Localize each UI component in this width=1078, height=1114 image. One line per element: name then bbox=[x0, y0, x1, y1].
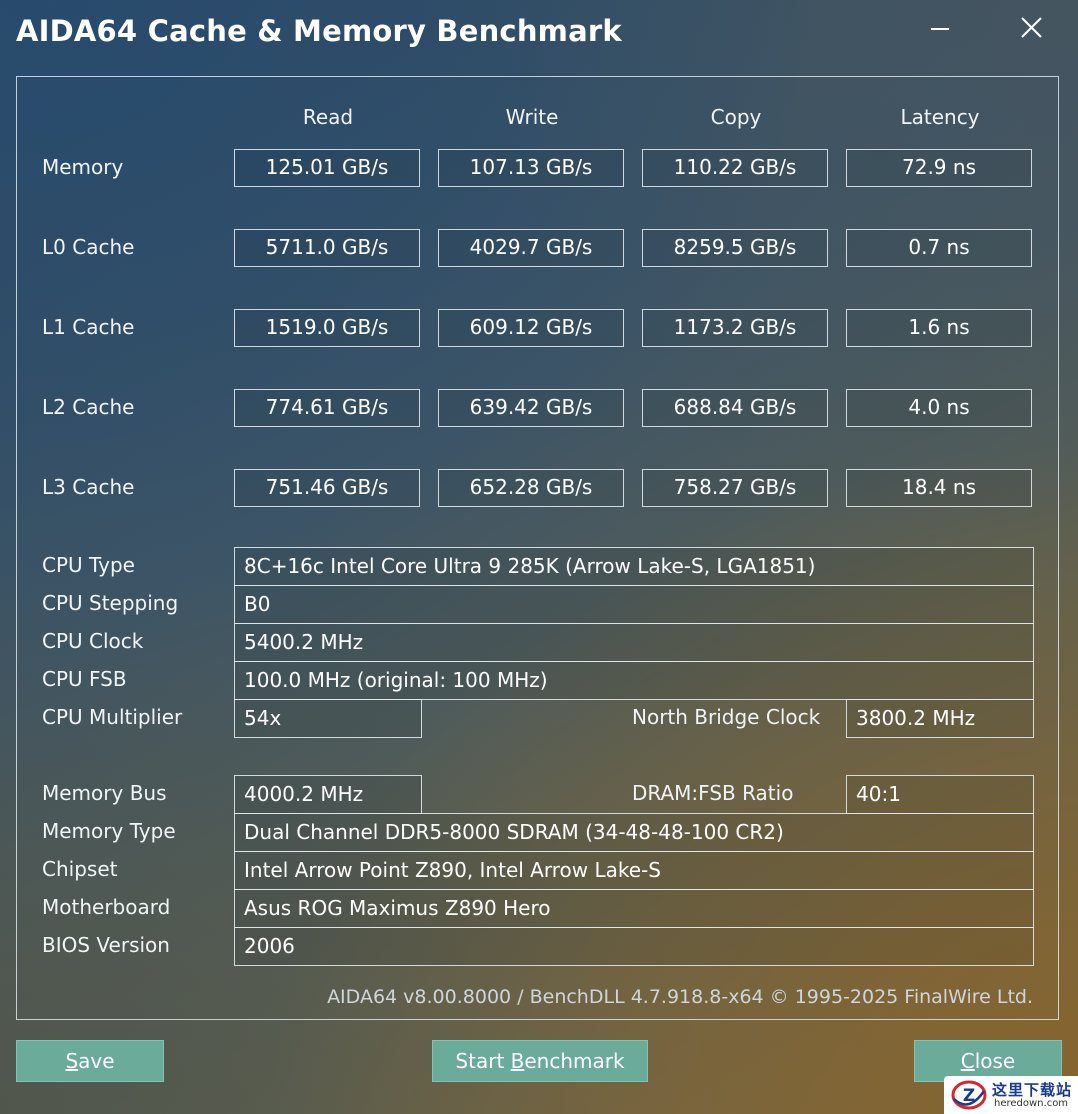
cpu-multiplier-label: CPU Multiplier bbox=[42, 705, 183, 729]
minimize-button[interactable] bbox=[918, 8, 962, 48]
cpu-type-value: 8C+16c Intel Core Ultra 9 285K (Arrow La… bbox=[234, 547, 1034, 586]
l3-copy-value: 758.27 GB/s bbox=[642, 469, 828, 507]
cpu-type-label: CPU Type bbox=[42, 553, 135, 577]
column-header-latency: Latency bbox=[900, 105, 980, 129]
l0-latency-value: 0.7 ns bbox=[846, 229, 1032, 267]
cpu-stepping-label: CPU Stepping bbox=[42, 591, 179, 615]
l2-write-value: 639.42 GB/s bbox=[438, 389, 624, 427]
row-label-l0-cache: L0 Cache bbox=[42, 235, 135, 259]
l0-copy-value: 8259.5 GB/s bbox=[642, 229, 828, 267]
window-title: AIDA64 Cache & Memory Benchmark bbox=[16, 14, 622, 48]
l3-write-value: 652.28 GB/s bbox=[438, 469, 624, 507]
chipset-value: Intel Arrow Point Z890, Intel Arrow Lake… bbox=[234, 851, 1034, 890]
memory-write-value: 107.13 GB/s bbox=[438, 149, 624, 187]
cpu-stepping-value: B0 bbox=[234, 585, 1034, 624]
motherboard-value: Asus ROG Maximus Z890 Hero bbox=[234, 889, 1034, 928]
start-benchmark-button-label: Start Benchmark bbox=[455, 1049, 625, 1073]
column-header-read: Read bbox=[302, 105, 354, 129]
title-bar: AIDA64 Cache & Memory Benchmark bbox=[0, 0, 1078, 70]
save-button[interactable]: Save bbox=[16, 1040, 164, 1082]
version-info: AIDA64 v8.00.8000 / BenchDLL 4.7.918.8-x… bbox=[327, 986, 1033, 1008]
l1-latency-value: 1.6 ns bbox=[846, 309, 1032, 347]
cpu-fsb-label: CPU FSB bbox=[42, 667, 127, 691]
column-header-write: Write bbox=[505, 105, 559, 129]
memory-read-value: 125.01 GB/s bbox=[234, 149, 420, 187]
bios-version-label: BIOS Version bbox=[42, 933, 170, 957]
cpu-clock-label: CPU Clock bbox=[42, 629, 144, 653]
dram-fsb-ratio-value: 40:1 bbox=[846, 775, 1034, 814]
save-button-label: Save bbox=[65, 1049, 115, 1073]
heredown-logo-icon: Z bbox=[951, 1080, 987, 1110]
l2-read-value: 774.61 GB/s bbox=[234, 389, 420, 427]
bios-version-value: 2006 bbox=[234, 927, 1034, 966]
column-header-copy: Copy bbox=[710, 105, 762, 129]
minimize-icon bbox=[931, 28, 949, 30]
memory-latency-value: 72.9 ns bbox=[846, 149, 1032, 187]
north-bridge-clock-value: 3800.2 MHz bbox=[846, 699, 1034, 738]
chipset-label: Chipset bbox=[42, 857, 118, 881]
row-label-l1-cache: L1 Cache bbox=[42, 315, 135, 339]
dram-fsb-ratio-label: DRAM:FSB Ratio bbox=[632, 781, 794, 805]
l0-write-value: 4029.7 GB/s bbox=[438, 229, 624, 267]
north-bridge-clock-label: North Bridge Clock bbox=[632, 705, 821, 729]
memory-bus-label: Memory Bus bbox=[42, 781, 167, 805]
memory-bus-value: 4000.2 MHz bbox=[234, 775, 422, 814]
l1-copy-value: 1173.2 GB/s bbox=[642, 309, 828, 347]
memory-type-value: Dual Channel DDR5-8000 SDRAM (34-48-48-1… bbox=[234, 813, 1034, 852]
close-icon bbox=[1021, 17, 1042, 38]
start-benchmark-button[interactable]: Start Benchmark bbox=[432, 1040, 648, 1082]
cpu-clock-value: 5400.2 MHz bbox=[234, 623, 1034, 662]
motherboard-label: Motherboard bbox=[42, 895, 171, 919]
l1-write-value: 609.12 GB/s bbox=[438, 309, 624, 347]
row-label-l2-cache: L2 Cache bbox=[42, 395, 135, 419]
watermark: Z 这里下载站 heredown.com bbox=[944, 1076, 1078, 1114]
l3-read-value: 751.46 GB/s bbox=[234, 469, 420, 507]
l3-latency-value: 18.4 ns bbox=[846, 469, 1032, 507]
row-label-l3-cache: L3 Cache bbox=[42, 475, 135, 499]
l0-read-value: 5711.0 GB/s bbox=[234, 229, 420, 267]
watermark-title: 这里下载站 bbox=[992, 1081, 1073, 1099]
memory-copy-value: 110.22 GB/s bbox=[642, 149, 828, 187]
watermark-url: heredown.com bbox=[994, 1098, 1069, 1109]
cpu-multiplier-value: 54x bbox=[234, 699, 422, 738]
memory-type-label: Memory Type bbox=[42, 819, 176, 843]
l2-latency-value: 4.0 ns bbox=[846, 389, 1032, 427]
l2-copy-value: 688.84 GB/s bbox=[642, 389, 828, 427]
close-button-label: Close bbox=[960, 1049, 1016, 1073]
close-window-button[interactable] bbox=[1010, 8, 1054, 48]
row-label-memory: Memory bbox=[42, 155, 124, 179]
cpu-fsb-value: 100.0 MHz (original: 100 MHz) bbox=[234, 661, 1034, 700]
l1-read-value: 1519.0 GB/s bbox=[234, 309, 420, 347]
watermark-logo-letter: Z bbox=[963, 1086, 975, 1106]
